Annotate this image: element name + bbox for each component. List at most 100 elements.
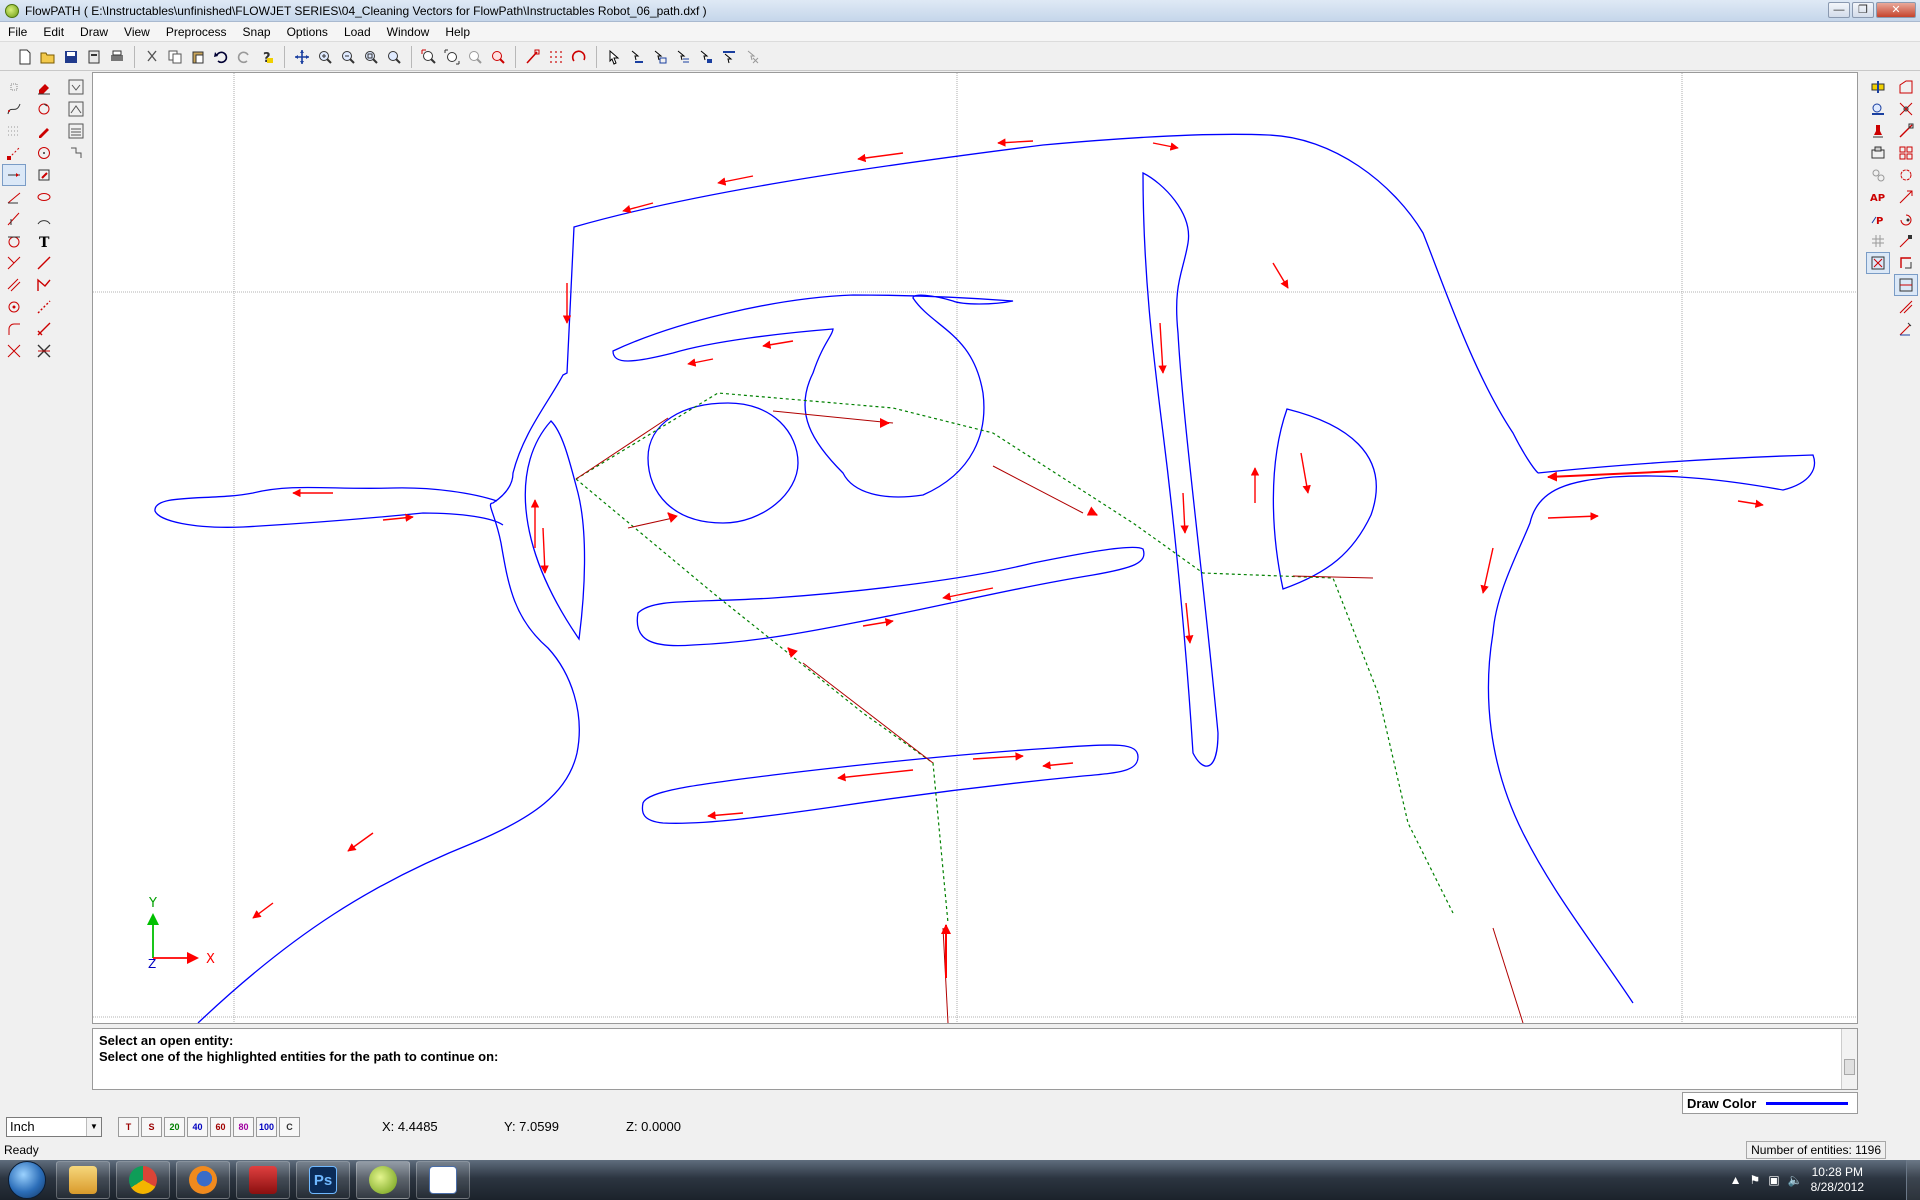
close-button[interactable]: ✕ (1876, 2, 1916, 18)
select-layer-icon[interactable] (672, 46, 694, 68)
menu-help[interactable]: Help (437, 22, 478, 42)
menu-preprocess[interactable]: Preprocess (158, 22, 235, 42)
copy-icon[interactable] (164, 46, 186, 68)
action-center-flag-icon[interactable]: ⚑ (1750, 1173, 1761, 1187)
help-icon[interactable]: ? (256, 46, 278, 68)
point-icon[interactable] (2, 76, 26, 98)
align-icon[interactable] (1894, 296, 1918, 318)
grid-snap-icon[interactable] (1866, 230, 1890, 252)
layer-button-20[interactable]: 20 (164, 1117, 185, 1137)
tray-expand-icon[interactable]: ▲ (1730, 1173, 1742, 1187)
autocad-taskbar-button[interactable] (236, 1161, 290, 1199)
pan-icon[interactable] (291, 46, 313, 68)
delete-path-icon[interactable] (1866, 252, 1890, 274)
zoom-realtime-icon[interactable] (464, 46, 486, 68)
move-icon[interactable] (1894, 230, 1918, 252)
new-icon[interactable] (14, 46, 36, 68)
tool-offset-icon[interactable] (1866, 142, 1890, 164)
photoshop-taskbar-button[interactable]: Ps (296, 1161, 350, 1199)
menu-file[interactable]: File (0, 22, 35, 42)
menu-window[interactable]: Window (379, 22, 438, 42)
select-all-icon[interactable] (718, 46, 740, 68)
layer-icon[interactable] (64, 120, 88, 142)
line-bisect-icon[interactable] (2, 252, 26, 274)
paste-special-icon[interactable] (83, 46, 105, 68)
cad-drawing[interactable]: Y X Z (93, 73, 1858, 1024)
grid-icon[interactable] (545, 46, 567, 68)
layer-button-100[interactable]: 100 (256, 1117, 277, 1137)
deselect-icon[interactable] (741, 46, 763, 68)
break-icon[interactable] (32, 318, 56, 340)
restore-button[interactable]: ❐ (1852, 2, 1874, 18)
measure-icon[interactable] (1894, 318, 1918, 340)
menu-snap[interactable]: Snap (235, 22, 279, 42)
line-angle-icon[interactable] (2, 186, 26, 208)
line-dashed-icon[interactable] (32, 296, 56, 318)
chevron-down-icon[interactable]: ▼ (86, 1118, 101, 1136)
pierce-icon[interactable] (1866, 120, 1890, 142)
lead-search-icon[interactable] (1866, 98, 1890, 120)
layer-button-80[interactable]: 80 (233, 1117, 254, 1137)
rotate-copy-icon[interactable] (1894, 164, 1918, 186)
line-icon[interactable] (32, 252, 56, 274)
zoom-in-icon[interactable] (314, 46, 336, 68)
lead-in-icon[interactable] (1866, 76, 1890, 98)
erase-icon[interactable] (32, 76, 56, 98)
draw-color-indicator[interactable]: Draw Color (1682, 1092, 1858, 1114)
default-offset-icon[interactable] (64, 98, 88, 120)
menu-load[interactable]: Load (336, 22, 379, 42)
edit-icon[interactable] (32, 164, 56, 186)
open-icon[interactable] (37, 46, 59, 68)
trim-icon[interactable] (2, 340, 26, 362)
select-color-icon[interactable] (695, 46, 717, 68)
ellipse-icon[interactable] (32, 186, 56, 208)
endpoint-icon[interactable] (2, 142, 26, 164)
point-grid-icon[interactable] (2, 120, 26, 142)
chrome-taskbar-button[interactable] (116, 1161, 170, 1199)
zoom-window-icon[interactable] (360, 46, 382, 68)
ortho-icon[interactable] (568, 46, 590, 68)
select-icon[interactable] (603, 46, 625, 68)
circle-icon[interactable] (32, 142, 56, 164)
line-tangent-icon[interactable] (2, 208, 26, 230)
cut-icon[interactable] (141, 46, 163, 68)
firefox-taskbar-button[interactable] (176, 1161, 230, 1199)
frame-icon[interactable] (1894, 274, 1918, 296)
document-taskbar-button[interactable] (416, 1161, 470, 1199)
layer-step-icon[interactable] (64, 142, 88, 164)
network-icon[interactable]: ▣ (1768, 1173, 1779, 1187)
auto-path-button[interactable]: AP (1866, 186, 1890, 208)
arc-tangent-icon[interactable] (2, 230, 26, 252)
volume-icon[interactable]: 🔈 (1788, 1173, 1803, 1187)
menu-options[interactable]: Options (279, 22, 336, 42)
clock[interactable]: 10:28 PM 8/28/2012 (1811, 1165, 1864, 1195)
line-parallel-icon[interactable] (2, 274, 26, 296)
flowpath-taskbar-button[interactable] (356, 1161, 410, 1199)
fillet-icon[interactable] (2, 318, 26, 340)
minimize-button[interactable]: — (1828, 2, 1850, 18)
path-button[interactable]: P (1866, 208, 1890, 230)
scale-icon[interactable] (1894, 186, 1918, 208)
mirror-icon[interactable] (1894, 98, 1918, 120)
polyline-icon[interactable] (32, 274, 56, 296)
extend-icon[interactable] (32, 340, 56, 362)
zoom-out-icon[interactable] (337, 46, 359, 68)
show-desktop-button[interactable] (1906, 1160, 1920, 1200)
zoom-extents-icon[interactable] (418, 46, 440, 68)
start-button[interactable] (8, 1161, 46, 1199)
layer-button-s[interactable]: S (141, 1117, 162, 1137)
zoom-all-icon[interactable] (441, 46, 463, 68)
redraw-icon[interactable] (487, 46, 509, 68)
text-icon[interactable]: T (32, 230, 56, 252)
layer-button-60[interactable]: 60 (210, 1117, 231, 1137)
array-icon[interactable] (1894, 142, 1918, 164)
drawing-canvas[interactable]: Y X Z (92, 72, 1858, 1024)
save-icon[interactable] (60, 46, 82, 68)
undo-icon[interactable] (210, 46, 232, 68)
explorer-taskbar-button[interactable] (56, 1161, 110, 1199)
tab-icon[interactable] (1866, 164, 1890, 186)
select-chain-icon[interactable] (626, 46, 648, 68)
menu-edit[interactable]: Edit (35, 22, 72, 42)
corner-icon[interactable] (1894, 76, 1918, 98)
layer-button-40[interactable]: 40 (187, 1117, 208, 1137)
